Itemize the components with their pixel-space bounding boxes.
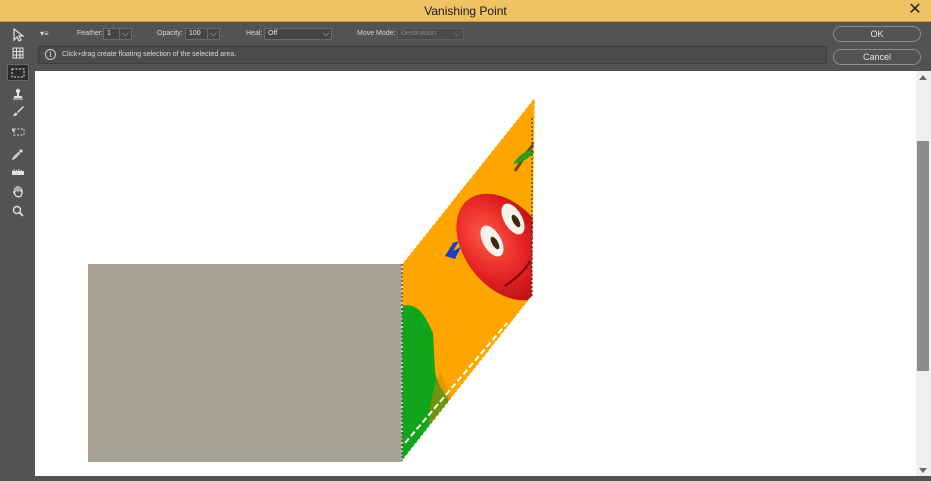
grid-icon — [12, 47, 24, 58]
chevron-down-icon[interactable]: ⌵ — [451, 29, 463, 41]
feather-label: Feather: — [77, 30, 104, 37]
preview-canvas[interactable] — [35, 71, 916, 476]
brush-tool[interactable] — [7, 102, 29, 119]
stamp-icon — [13, 88, 23, 99]
create-plane-tool[interactable] — [7, 44, 29, 61]
hand-tool[interactable] — [7, 183, 29, 200]
marquee-tool[interactable] — [7, 64, 29, 81]
scroll-up-icon[interactable] — [919, 75, 927, 80]
transform-icon — [12, 127, 25, 135]
measure-tool[interactable] — [7, 163, 29, 180]
gray-plane — [88, 264, 402, 462]
move-mode-label: Move Mode: — [357, 30, 396, 37]
opacity-field[interactable]: 100 — [185, 28, 208, 40]
heal-label: Heal: — [246, 30, 263, 37]
scroll-thumb[interactable] — [917, 141, 929, 371]
info-text: Click+drag create floating selection of … — [62, 51, 237, 58]
close-icon[interactable]: ✕ — [905, 1, 925, 19]
pasted-image-plane — [402, 97, 535, 461]
scroll-down-icon[interactable] — [919, 468, 927, 473]
chevron-down-icon[interactable]: ⌵ — [320, 29, 332, 41]
chevron-down-icon[interactable]: ⌵ — [208, 28, 220, 40]
options-bar: ▾≡ Feather: 1 ⌵ Opacity: 100 ⌵ Heal: Off… — [35, 22, 826, 46]
zoom-tool[interactable] — [7, 202, 29, 219]
brush-icon — [13, 105, 24, 116]
menu-icon[interactable]: ▾≡ — [40, 29, 49, 38]
ok-button[interactable]: OK — [833, 26, 921, 42]
vertical-scrollbar[interactable] — [916, 71, 931, 476]
opacity-label: Opacity: — [157, 30, 183, 37]
arrow-icon — [13, 27, 24, 42]
title-bar: Vanishing Point ✕ — [0, 0, 931, 22]
info-icon: i — [45, 49, 56, 60]
eyedropper-tool[interactable] — [7, 145, 29, 162]
stamp-tool[interactable] — [7, 85, 29, 102]
transform-tool[interactable] — [7, 123, 29, 140]
marquee-icon — [11, 68, 25, 77]
tool-panel — [0, 22, 35, 476]
perspective-preview — [88, 95, 536, 463]
eyedropper-icon — [12, 148, 23, 160]
info-bar: i Click+drag create floating selection o… — [38, 46, 827, 64]
hand-icon — [12, 185, 23, 198]
ruler-icon — [12, 168, 24, 175]
cancel-button[interactable]: Cancel — [833, 49, 921, 65]
window-title: Vanishing Point — [424, 4, 507, 18]
chevron-down-icon[interactable]: ⌵ — [120, 28, 132, 40]
zoom-icon — [12, 205, 24, 217]
feather-field[interactable]: 1 — [103, 28, 120, 40]
edit-plane-tool[interactable] — [7, 26, 29, 43]
